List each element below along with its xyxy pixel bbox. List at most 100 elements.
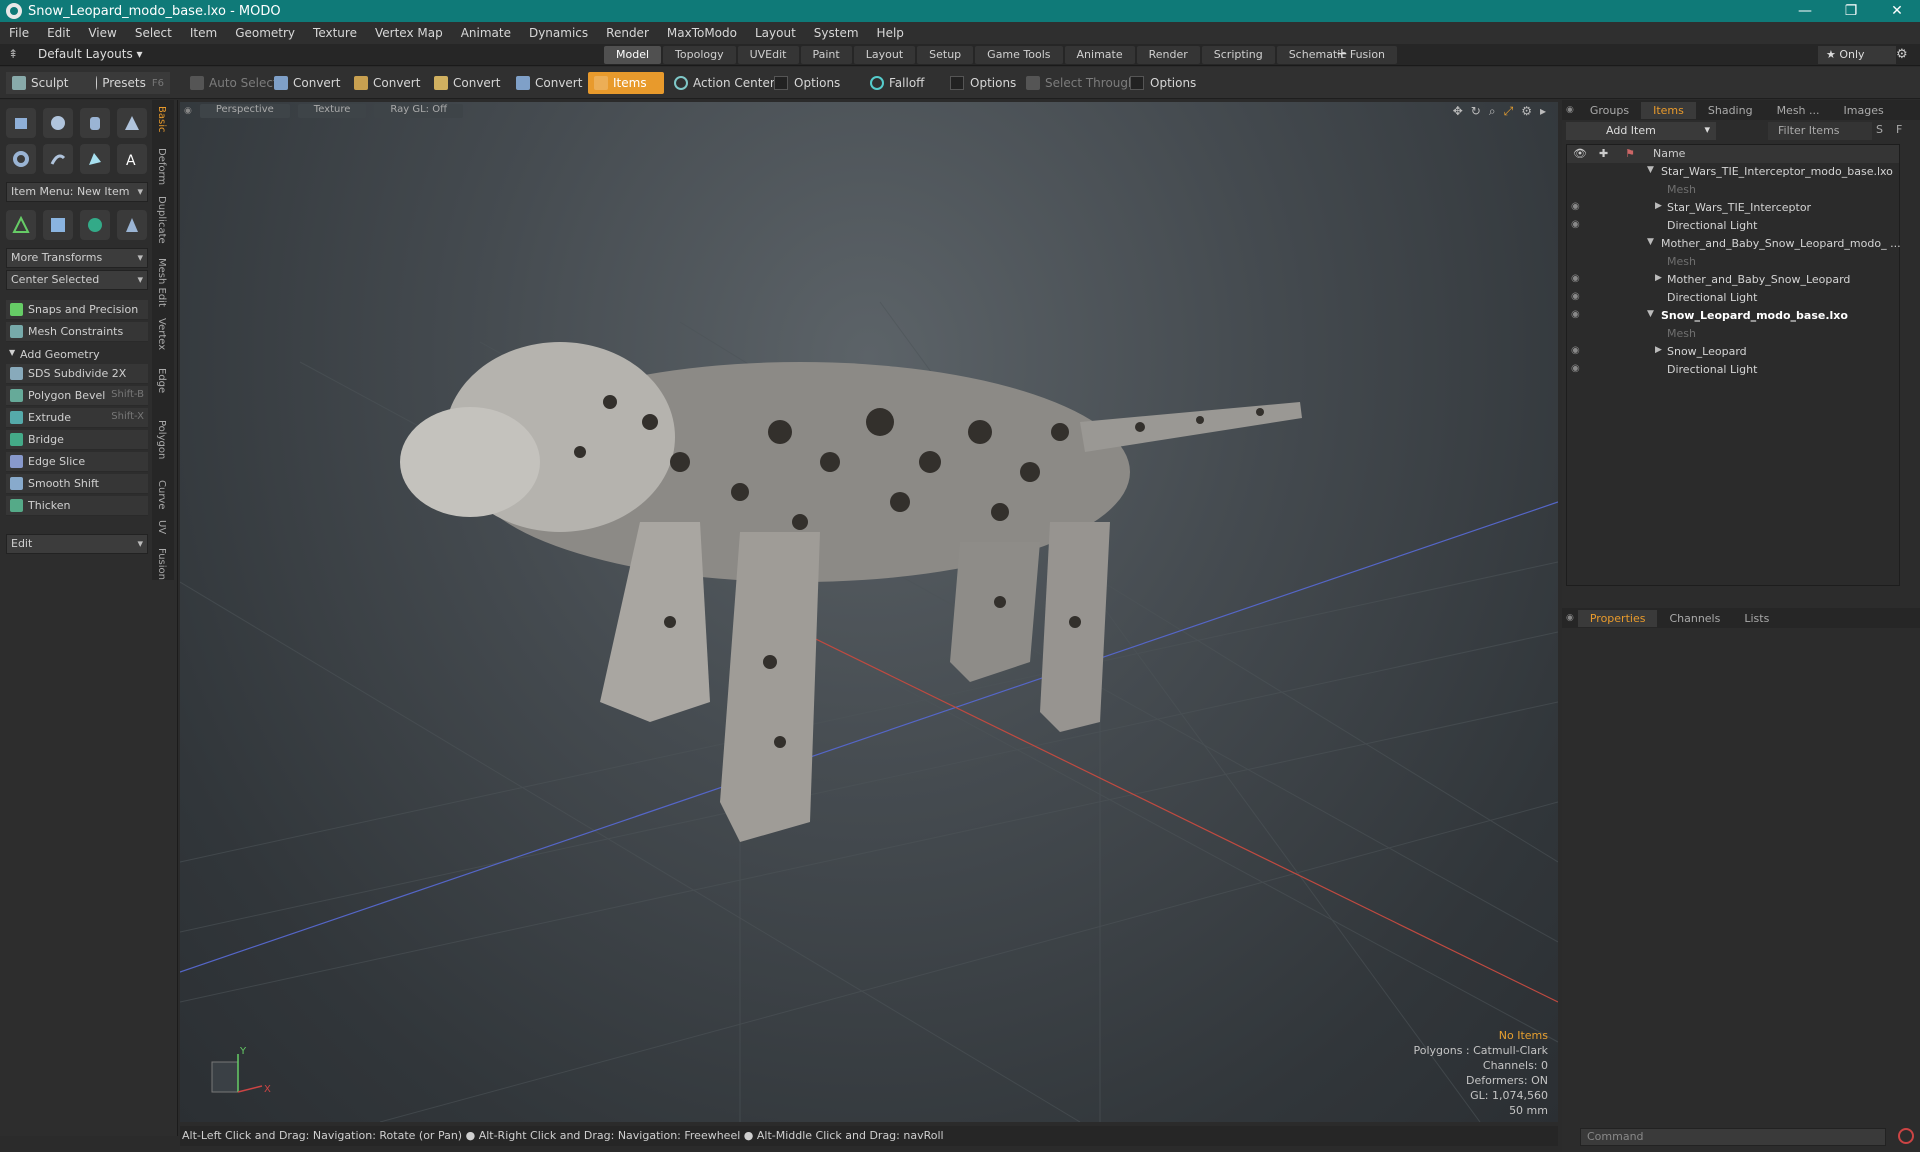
convert-item-button[interactable]: Convert — [510, 72, 588, 94]
torus-icon[interactable] — [6, 144, 36, 174]
visibility-eye-icon[interactable]: ◉ — [1571, 219, 1580, 230]
tool-polygon-bevel[interactable]: Polygon Bevel Shift-B — [6, 386, 148, 406]
text-icon[interactable]: A — [117, 144, 147, 174]
command-input[interactable]: Command — [1580, 1128, 1886, 1146]
vtab-polygon[interactable]: Polygon — [156, 420, 167, 459]
tab-channels[interactable]: Channels — [1657, 610, 1732, 627]
list-item[interactable]: ◉ ▶ Star_Wars_TIE_Interceptor — [1567, 199, 1901, 217]
vtab-deform[interactable]: Deform — [156, 148, 167, 185]
layout-tab-game-tools[interactable]: Game Tools — [975, 46, 1063, 64]
visibility-eye-icon[interactable]: ◉ — [1571, 201, 1580, 212]
cone-icon[interactable] — [117, 108, 147, 138]
vtab-edge[interactable]: Edge — [156, 368, 167, 393]
convert-edge-button[interactable]: Convert — [348, 72, 426, 94]
presets-button[interactable]: Presets F6 — [90, 72, 170, 94]
gear-icon[interactable]: ⚙ — [1896, 47, 1908, 62]
expand-arrow-icon[interactable]: ▶ — [1655, 345, 1662, 355]
menu-system[interactable]: System — [805, 26, 868, 40]
tool-extrude[interactable]: Extrude Shift-X — [6, 408, 148, 428]
list-item[interactable]: ◉ Directional Light — [1567, 289, 1901, 307]
maximize-button[interactable]: ❐ — [1828, 3, 1874, 19]
lock-column-icon[interactable]: ✚ — [1599, 147, 1608, 160]
tool-thicken[interactable]: Thicken — [6, 496, 148, 516]
tab-groups[interactable]: Groups — [1578, 102, 1641, 119]
expand-arrow-icon[interactable]: ▼ — [1647, 165, 1654, 175]
texture-button[interactable]: Texture — [297, 104, 367, 118]
tab-items[interactable]: Items — [1641, 101, 1696, 119]
vtab-uv[interactable]: UV — [156, 520, 167, 534]
layout-tab-topology[interactable]: Topology — [663, 46, 736, 64]
raygl-button[interactable]: Ray GL: Off — [374, 104, 463, 118]
list-item[interactable]: Mesh — [1567, 325, 1901, 343]
layout-tab-paint[interactable]: Paint — [800, 46, 852, 64]
tool-smooth-shift[interactable]: Smooth Shift — [6, 474, 148, 494]
cube-icon[interactable] — [6, 108, 36, 138]
vtab-duplicate[interactable]: Duplicate — [156, 196, 167, 244]
visibility-eye-icon[interactable]: ◉ — [1571, 273, 1580, 284]
layout-toggle-icon[interactable]: ⇞ — [8, 47, 18, 61]
options-checkbox[interactable] — [950, 76, 964, 90]
filter-items-input[interactable]: Filter Items — [1768, 122, 1872, 140]
item-list[interactable]: 👁 ✚ ⚑ Name ▼ Star_Wars_TIE_Interceptor_mo… — [1566, 144, 1901, 586]
3d-viewport[interactable]: Y X ✥ ↻ ⌕ ⤢ ⚙ ▸ — [180, 102, 1558, 1122]
pen-icon[interactable] — [80, 144, 110, 174]
list-item[interactable]: ◉ ▼ Snow_Leopard_modo_base.lxo — [1567, 307, 1901, 325]
menu-item[interactable]: Item — [181, 26, 226, 40]
sculpt-button[interactable]: Sculpt — [6, 72, 90, 94]
options-checkbox[interactable] — [774, 76, 788, 90]
layout-tab-setup[interactable]: Setup — [917, 46, 974, 64]
list-item[interactable]: ◉ Directional Light — [1567, 217, 1901, 235]
convert-polygon-button[interactable]: Convert — [428, 72, 506, 94]
only-button[interactable]: ★ Only — [1818, 46, 1896, 64]
layout-tab-uvedit[interactable]: UVEdit — [737, 46, 799, 64]
layout-tab-layout[interactable]: Layout — [853, 46, 916, 64]
expand-arrow-icon[interactable]: ▼ — [1647, 309, 1654, 319]
more-transforms-dropdown[interactable]: More Transforms — [6, 248, 148, 268]
tool-sds-subdivide-2x[interactable]: SDS Subdivide 2X — [6, 364, 148, 384]
tool-edge-slice[interactable]: Edge Slice — [6, 452, 148, 472]
list-item[interactable]: ▼ Star_Wars_TIE_Interceptor_modo_base.lxo — [1567, 163, 1901, 181]
options-checkbox[interactable] — [1130, 76, 1144, 90]
visibility-eye-icon[interactable]: ◉ — [1571, 291, 1580, 302]
viewport-menu-dot-icon[interactable]: ◉ — [184, 106, 192, 116]
vtab-basic[interactable]: Basic — [156, 106, 167, 132]
tab-mesh-[interactable]: Mesh ... — [1765, 102, 1832, 119]
list-item[interactable]: Mesh — [1567, 181, 1901, 199]
menu-maxtomodo[interactable]: MaxToModo — [658, 26, 746, 40]
vtab-curve[interactable]: Curve — [156, 480, 167, 510]
menu-help[interactable]: Help — [868, 26, 913, 40]
list-item[interactable]: ◉ ▶ Mother_and_Baby_Snow_Leopard — [1567, 271, 1901, 289]
minimize-button[interactable]: — — [1782, 3, 1828, 19]
vtab-vertex[interactable]: Vertex — [156, 318, 167, 350]
falloff-button[interactable]: Falloff — [864, 72, 930, 94]
menu-file[interactable]: File — [0, 26, 38, 40]
sphere-icon[interactable] — [43, 108, 73, 138]
layout-tab-model[interactable]: Model — [604, 46, 662, 64]
render-column-icon[interactable]: ⚑ — [1625, 147, 1635, 160]
list-item[interactable]: ◉ Directional Light — [1567, 361, 1901, 379]
transform-icon[interactable] — [6, 210, 36, 240]
add-item-dropdown[interactable]: Add Item ▾ — [1566, 122, 1716, 140]
add-layout-button[interactable]: + — [1336, 46, 1348, 62]
menu-edit[interactable]: Edit — [38, 26, 79, 40]
tube-icon[interactable] — [43, 144, 73, 174]
visibility-eye-icon[interactable]: ◉ — [1571, 309, 1580, 320]
tab-images[interactable]: Images — [1832, 102, 1896, 119]
menu-render[interactable]: Render — [597, 26, 658, 40]
vtab-fusion[interactable]: Fusion — [156, 548, 167, 580]
mesh-constraints-button[interactable]: Mesh Constraints — [6, 322, 148, 342]
expand-arrow-icon[interactable]: ▼ — [1647, 237, 1654, 247]
grid-icon[interactable] — [43, 210, 73, 240]
menu-view[interactable]: View — [79, 26, 125, 40]
falloff-options[interactable]: Options — [944, 72, 1022, 94]
cylinder-icon[interactable] — [80, 108, 110, 138]
perspective-button[interactable]: Perspective — [199, 104, 290, 118]
layout-tab-animate[interactable]: Animate — [1064, 46, 1135, 64]
menu-animate[interactable]: Animate — [452, 26, 520, 40]
filter-f-button[interactable]: F — [1896, 123, 1902, 136]
layout-tab-render[interactable]: Render — [1136, 46, 1200, 64]
expand-arrow-icon[interactable]: ▶ — [1655, 273, 1662, 283]
select-through-options[interactable]: Options — [1124, 72, 1202, 94]
add-geometry-section[interactable]: ▼ Add Geometry — [6, 345, 148, 365]
visibility-eye-icon[interactable]: ◉ — [1571, 345, 1580, 356]
